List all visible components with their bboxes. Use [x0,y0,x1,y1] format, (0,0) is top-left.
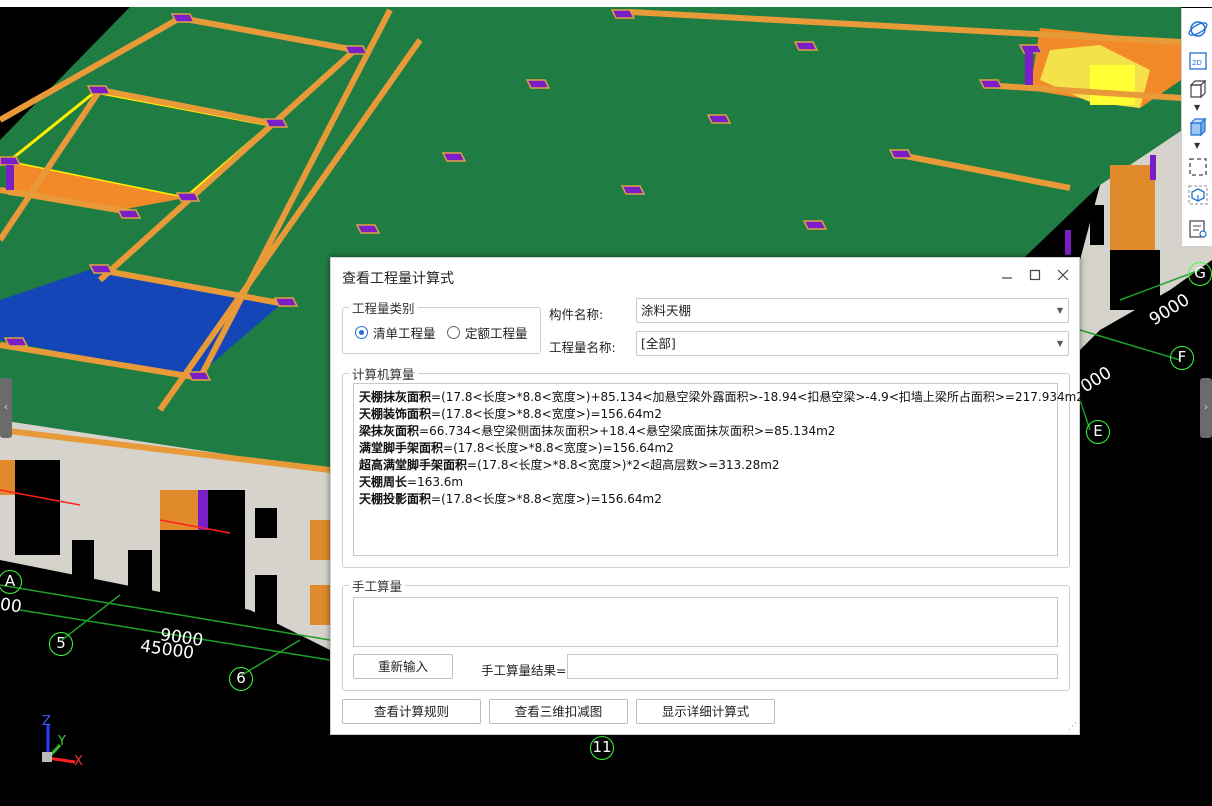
cube-outline-icon[interactable] [1187,184,1209,206]
quantity-name-select[interactable]: [全部] ▼ [636,331,1069,356]
minimize-button[interactable] [998,266,1016,284]
formula-expression: =(17.8<长度>*8.8<宽度>)*2<超高层数>=313.28m2 [467,458,780,472]
formula-line: 天棚装饰面积=(17.8<长度>*8.8<宽度>)=156.64m2 [359,406,1052,423]
manual-formula-input[interactable] [353,597,1058,647]
show-detail-formula-button[interactable]: 显示详细计算式 [636,699,775,724]
minimize-icon [1002,277,1012,279]
quantity-formula-dialog: 查看工程量计算式 工程量类别 清单工程量 定额工程量 构件名称: 涂料天棚 ▼ … [330,257,1084,735]
chevron-down-icon: ▼ [1056,339,1063,348]
manual-result-input[interactable] [567,654,1058,679]
radio-quota-quantity[interactable]: 定额工程量 [447,323,528,342]
formula-expression: =(17.8<长度>*8.8<宽度>)=156.64m2 [431,407,662,421]
formula-line: 梁抹灰面积=66.734<悬空梁侧面抹灰面积>+18.4<悬空梁底面抹灰面积>=… [359,423,1052,440]
chevron-down-icon[interactable]: ▼ [1194,141,1200,150]
maximize-button[interactable] [1026,266,1044,284]
formula-expression: =(17.8<长度>*8.8<宽度>)+85.134<加悬空梁外露面积>-18.… [431,390,1084,404]
formula-expression: =163.6m [407,475,464,489]
chevron-down-icon[interactable]: ▼ [1194,103,1200,112]
view-list-icon[interactable] [1187,218,1209,240]
3d-box-filled-icon[interactable] [1187,116,1209,138]
view-toolbar: 2D ▼ ▼ [1181,8,1212,246]
grid-marker-g: G [1188,262,1212,286]
manual-calculation-legend: 手工算量 [352,579,403,594]
chevron-down-icon: ▼ [1056,306,1063,315]
view-3d-deduction-button[interactable]: 查看三维扣减图 [489,699,628,724]
resize-grip-icon[interactable]: ⋰ [1068,722,1077,732]
y-axis-label: Y [58,734,66,749]
close-icon [1057,269,1069,281]
formula-line: 天棚抹灰面积=(17.8<长度>*8.8<宽度>)+85.134<加悬空梁外露面… [359,389,1084,406]
formula-name: 天棚周长 [359,475,408,489]
right-panel-toggle[interactable]: › [1200,378,1212,438]
quantity-type-legend: 工程量类别 [352,301,415,316]
formula-expression: =(17.8<长度>*8.8<宽度>)=156.64m2 [431,492,662,506]
component-name-value: 涂料天棚 [641,303,692,318]
3d-model-viewport[interactable]: Z Y X G F E A 5 6 11 9000 000 00 9000 45… [0,0,1212,806]
formula-name: 超高满堂脚手架面积 [359,458,468,472]
component-name-label: 构件名称: [549,307,604,322]
svg-text:2D: 2D [1192,59,1202,67]
formula-name: 天棚装饰面积 [359,407,432,421]
formula-textarea[interactable]: 天棚抹灰面积=(17.8<长度>*8.8<宽度>)+85.134<加悬空梁外露面… [353,383,1084,556]
2d-view-icon[interactable]: 2D [1187,50,1209,72]
manual-result-label: 手工算量结果= [481,663,567,678]
formula-name: 满堂脚手架面积 [359,441,444,455]
grid-marker-f: F [1170,346,1194,370]
formula-line: 超高满堂脚手架面积=(17.8<长度>*8.8<宽度>)*2<超高层数>=313… [359,457,1052,474]
radio-bill-quantity-label: 清单工程量 [373,326,436,341]
grid-marker-11: 11 [590,736,614,760]
component-name-select[interactable]: 涂料天棚 ▼ [636,298,1069,323]
formula-name: 天棚抹灰面积 [359,390,432,404]
computer-calculation-legend: 计算机算量 [352,367,415,382]
3d-box-icon[interactable] [1187,78,1209,100]
formula-expression: =(17.8<长度>*8.8<宽度>)=156.64m2 [443,441,674,455]
reenter-button[interactable]: 重新输入 [353,654,453,679]
close-button[interactable] [1054,266,1072,284]
radio-bill-quantity[interactable]: 清单工程量 [355,323,436,342]
radio-selected-icon [355,326,368,339]
dimension-label: 00 [0,594,23,618]
grid-marker-5: 5 [49,632,73,656]
formula-name: 天棚投影面积 [359,492,432,506]
dialog-title: 查看工程量计算式 [342,271,454,287]
x-axis-label: X [74,754,83,769]
grid-marker-e: E [1086,420,1110,444]
formula-line: 天棚投影面积=(17.8<长度>*8.8<宽度>)=156.64m2 [359,491,1052,508]
formula-expression: =66.734<悬空梁侧面抹灰面积>+18.4<悬空梁底面抹灰面积>=85.13… [419,424,836,438]
quantity-name-value: [全部] [641,336,676,351]
left-panel-toggle[interactable]: ‹ [0,378,12,438]
z-axis-label: Z [42,714,51,729]
radio-quota-quantity-label: 定额工程量 [465,326,528,341]
grid-marker-6: 6 [229,667,253,691]
orbit-icon[interactable] [1187,18,1209,40]
select-frame-icon[interactable] [1187,156,1209,178]
view-rules-button[interactable]: 查看计算规则 [342,699,481,724]
formula-name: 梁抹灰面积 [359,424,420,438]
maximize-icon [1029,269,1041,281]
quantity-name-label: 工程量名称: [549,340,616,355]
radio-unselected-icon [447,326,460,339]
formula-line: 天棚周长=163.6m [359,474,1052,491]
formula-line: 满堂脚手架面积=(17.8<长度>*8.8<宽度>)=156.64m2 [359,440,1052,457]
